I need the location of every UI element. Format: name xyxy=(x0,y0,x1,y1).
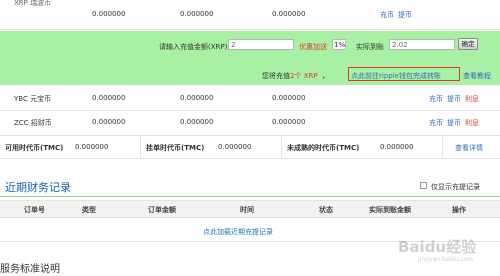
withdraw-link[interactable]: 提币 xyxy=(447,94,461,104)
coin-total: 0.000000 xyxy=(272,94,306,102)
coin-balance: 0.000000 xyxy=(92,10,126,18)
col-status: 状态 xyxy=(319,206,333,214)
coin-total: 0.000000 xyxy=(272,118,306,126)
records-title: 近期财务记录 xyxy=(5,181,71,194)
actual-label: 实际到账 xyxy=(356,43,384,51)
tutorial-link[interactable]: 查看教程 xyxy=(463,71,491,81)
interest-link[interactable]: 利息 xyxy=(465,94,479,104)
deposit-link[interactable]: 充币 xyxy=(429,94,443,104)
unmatured-label: 未成熟的时代币(TMC) xyxy=(287,144,360,152)
load-records-link[interactable]: 点此加载近期充提记录 xyxy=(203,227,273,237)
deposit-link[interactable]: 充币 xyxy=(380,10,394,20)
withdraw-link[interactable]: 提币 xyxy=(398,10,412,20)
coin-frozen: 0.000000 xyxy=(180,10,214,18)
coin-balance: 0.000000 xyxy=(92,94,126,102)
coin-frozen: 0.000000 xyxy=(180,94,214,102)
details-link[interactable]: 查看详情 xyxy=(455,143,483,153)
col-actual-amount: 实际到账金额 xyxy=(369,206,411,214)
col-amount: 订单金额 xyxy=(148,206,176,214)
ripple-wallet-link[interactable]: 点此前往ripple钱包完成转账 xyxy=(351,71,441,81)
pending-value: 0.000000 xyxy=(218,143,252,151)
actual-input[interactable] xyxy=(389,39,455,50)
withdraw-link[interactable]: 提币 xyxy=(447,118,461,128)
deposit-link[interactable]: 充币 xyxy=(429,118,443,128)
notice-prefix: 您将充值 xyxy=(262,72,290,80)
coin-frozen: 0.000000 xyxy=(180,118,214,126)
baidu-watermark-url: jingyan.baidu.com xyxy=(418,256,474,263)
records-filter-label: 仅显示充提记录 xyxy=(431,183,480,191)
coin-total: 0.000000 xyxy=(272,10,306,18)
unmatured-value: 0.000000 xyxy=(380,143,414,151)
notice-amount: 2个 XRP xyxy=(290,72,318,80)
service-title: 服务标准说明 xyxy=(0,264,60,275)
col-actions: 操作 xyxy=(452,206,466,214)
coin-row-zcc: ZCC 招财币 0.000000 0.000000 0.000000 充币 提币… xyxy=(0,110,500,134)
coin-name: YBC 元宝币 xyxy=(14,95,52,103)
coin-row-ybc: YBC 元宝币 0.000000 0.000000 0.000000 充币 提币… xyxy=(0,86,500,110)
available-label: 可用时代币(TMC) xyxy=(5,144,64,152)
notice-sep: ， xyxy=(322,72,329,80)
coin-row-xrp: XRP 瑞波币 0.000000 0.000000 0.000000 充币 提币 xyxy=(0,0,500,30)
pending-label: 挂单时代币(TMC) xyxy=(146,144,205,152)
tmc-summary-bar: 可用时代币(TMC) 0.000000 挂单时代币(TMC) 0.000000 … xyxy=(0,135,500,159)
amount-input[interactable] xyxy=(228,39,294,50)
coin-name: ZCC 招财币 xyxy=(14,119,52,127)
col-order-no: 订单号 xyxy=(24,206,45,214)
records-filter-checkbox[interactable] xyxy=(420,182,427,189)
col-time: 时间 xyxy=(240,206,254,214)
coin-name: XRP 瑞波币 xyxy=(14,0,52,7)
discount-label: 优惠加送 xyxy=(299,43,327,51)
coin-balance: 0.000000 xyxy=(92,118,126,126)
interest-link[interactable]: 利息 xyxy=(465,118,479,128)
available-value: 0.000000 xyxy=(75,143,109,151)
deposit-panel: 请输入充值金额(XRP) 优惠加送 1% 实际到账 确定 您将充值 2个 XRP… xyxy=(0,31,500,85)
col-type: 类型 xyxy=(82,206,96,214)
confirm-button[interactable]: 确定 xyxy=(458,38,478,50)
baidu-watermark: Baidu经验 xyxy=(398,238,477,256)
amount-label: 请输入充值金额(XRP) xyxy=(159,43,228,51)
records-table-header: 订单号 类型 订单金额 时间 状态 实际到账金额 操作 xyxy=(0,200,500,218)
discount-value: 1% xyxy=(332,39,346,50)
